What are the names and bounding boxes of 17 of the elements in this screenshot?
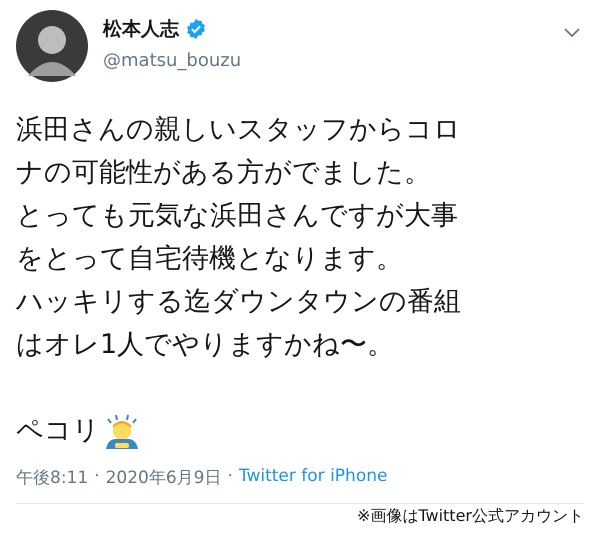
source-link[interactable]: Twitter for iPhone	[238, 466, 388, 489]
separator-dot: ·	[94, 466, 100, 488]
chevron-down-icon[interactable]	[564, 28, 580, 38]
tweet-text-line: ハッキリする迄ダウンタウンの番組	[16, 285, 462, 319]
author-name[interactable]: 松本人志	[103, 16, 179, 42]
separator-dot: ·	[228, 466, 233, 488]
author-handle[interactable]: @matsu_bouzu	[103, 50, 242, 71]
avatar[interactable]	[16, 10, 88, 82]
tweet-text-line: ナの可能性がある方がでました。	[16, 156, 432, 190]
tweet-text-line: ペコリ	[16, 414, 100, 448]
tweet-text-line: 浜田さんの親しいスタッフからコロ	[16, 113, 462, 147]
image-caption: ※画像はTwitter公式アカウント	[356, 506, 584, 527]
tweet-text-line: はオレ1人でやりますかね〜。	[16, 328, 396, 362]
tweet-time[interactable]: 午後8:11	[16, 466, 88, 489]
tweet-text-line: をとって自宅待機となります。	[16, 242, 404, 276]
tweet-text-line: とっても元気な浜田さんですが大事	[16, 199, 459, 233]
tweet-date[interactable]: 2020年6月9日	[106, 466, 222, 489]
